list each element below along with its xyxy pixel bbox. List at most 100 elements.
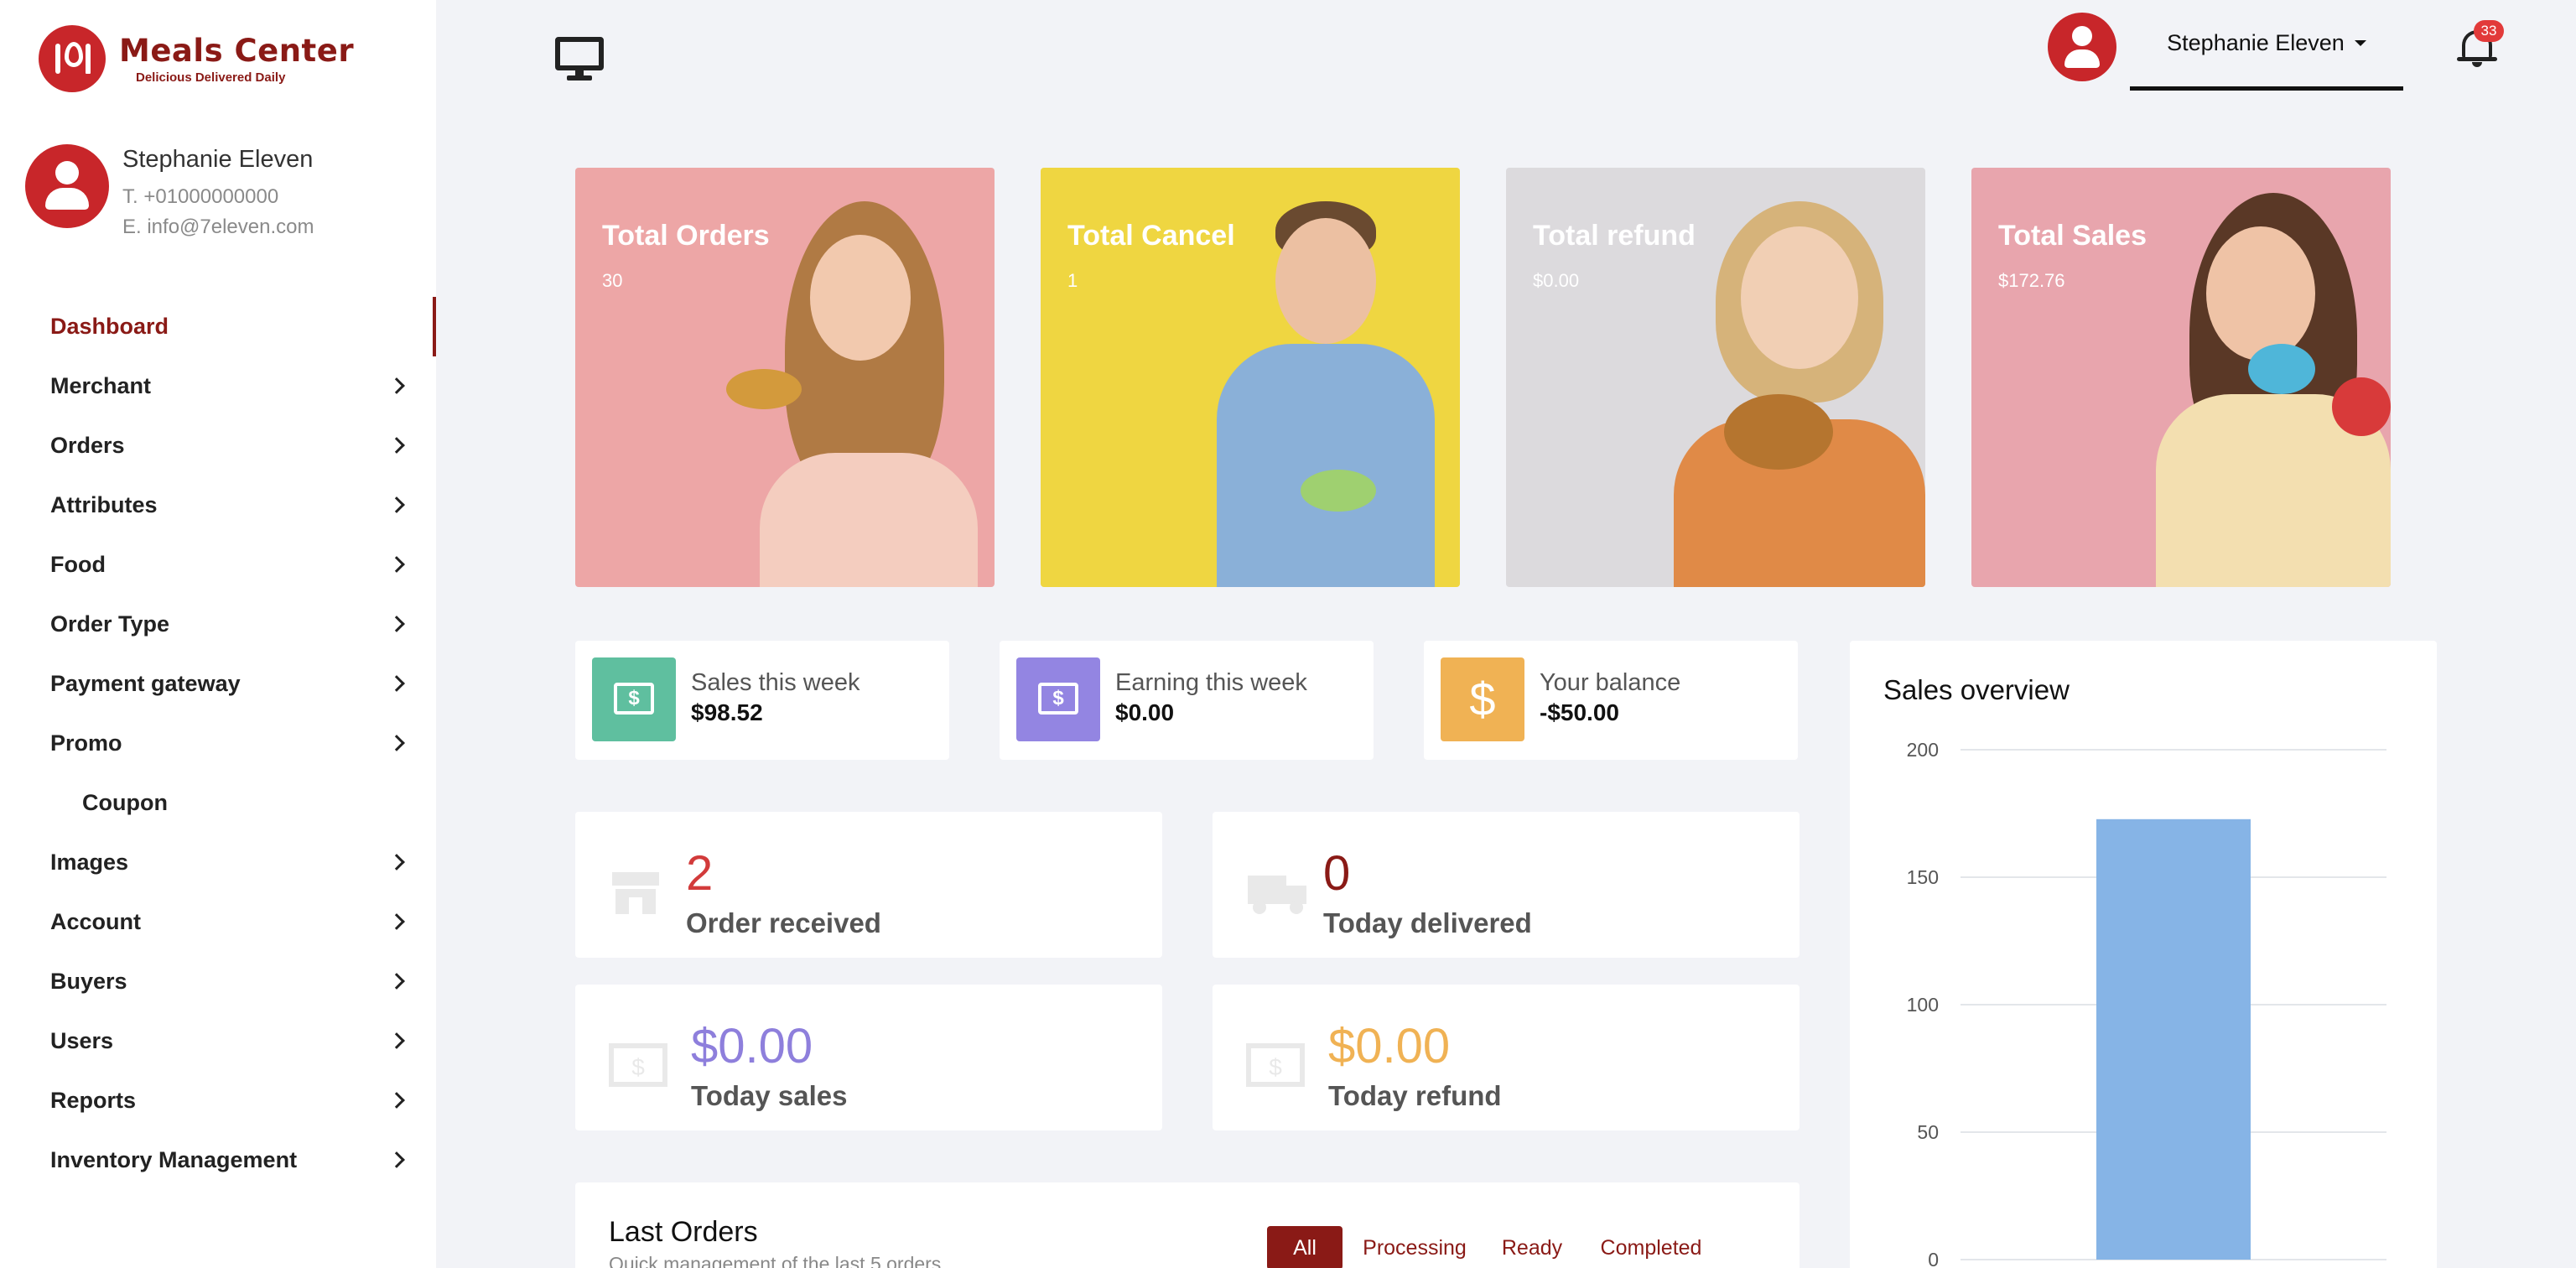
sidebar-item-label: Orders xyxy=(50,433,125,458)
sidebar-item-label: Account xyxy=(50,909,141,934)
sidebar-item-label: Dashboard xyxy=(50,314,169,339)
salad-bowl-image xyxy=(1301,470,1376,512)
sidebar-item-coupon[interactable]: Coupon xyxy=(0,773,436,833)
mini-stat-sales-week: $ Sales this week $98.52 xyxy=(575,641,949,760)
sidebar-item-label: Coupon xyxy=(82,790,168,815)
stat-today-refund: $ $0.00 Today refund xyxy=(1213,985,1800,1130)
sidebar-item-label: Order Type xyxy=(50,611,170,637)
sidebar-item-label: Inventory Management xyxy=(50,1147,298,1172)
chevron-right-icon xyxy=(388,437,405,454)
stat-value: 2 xyxy=(686,846,714,901)
hero-title: Total Orders xyxy=(602,220,770,252)
sidebar-item-label: Users xyxy=(50,1028,114,1053)
sidebar-item-label: Images xyxy=(50,850,129,875)
chevron-right-icon xyxy=(388,1151,405,1168)
stat-value: 0 xyxy=(1323,846,1351,901)
stat-today-sales: $ $0.00 Today sales xyxy=(575,985,1162,1130)
sidebar-item-label: Payment gateway xyxy=(50,671,241,696)
user-profile: Stephanie Eleven T. +01000000000 E. info… xyxy=(25,144,314,239)
stat-label: Today sales xyxy=(691,1080,848,1111)
chart-bar[interactable] xyxy=(2096,818,2251,1260)
stat-order-received: 2 Order received xyxy=(575,812,1162,958)
mini-stat-earning-week: $ Earning this week $0.00 xyxy=(1000,641,1374,760)
sidebar-item-reports[interactable]: Reports xyxy=(0,1071,436,1130)
tab-ready[interactable]: Ready xyxy=(1494,1226,1570,1268)
stat-label: Today refund xyxy=(1328,1080,1502,1111)
sidebar-item-inventory-management[interactable]: Inventory Management xyxy=(0,1130,436,1190)
sidebar-item-promo[interactable]: Promo xyxy=(0,714,436,773)
woman-photo xyxy=(1657,201,1925,587)
store-icon xyxy=(612,872,659,914)
mini-stat-label: Sales this week xyxy=(691,669,860,696)
mini-stat-label: Earning this week xyxy=(1115,669,1307,696)
money-bill-icon: $ xyxy=(1246,1043,1305,1087)
user-dropdown[interactable]: Stephanie Eleven xyxy=(2130,20,2403,91)
tab-all[interactable]: All xyxy=(1267,1226,1343,1268)
sidebar-item-attributes[interactable]: Attributes xyxy=(0,476,436,535)
hero-card-total-orders: Total Orders 30 xyxy=(575,168,995,587)
avatar xyxy=(25,144,109,228)
caret-down-icon xyxy=(2354,40,2366,46)
brand-tagline: Delicious Delivered Daily xyxy=(136,70,286,85)
sidebar-item-label: Promo xyxy=(50,730,122,756)
profile-name: Stephanie Eleven xyxy=(122,146,314,173)
sidebar-item-dashboard[interactable]: Dashboard xyxy=(0,297,436,356)
top-avatar[interactable] xyxy=(2048,13,2116,81)
dollar-icon: $ xyxy=(1441,657,1524,741)
last-orders-panel: Last Orders Quick management of the last… xyxy=(575,1182,1800,1268)
y-tick-label: 0 xyxy=(1928,1249,1939,1268)
hero-value: 30 xyxy=(602,270,623,291)
stat-today-delivered: 0 Today delivered xyxy=(1213,812,1800,958)
tab-processing[interactable]: Processing xyxy=(1360,1226,1469,1268)
sidebar-item-label: Food xyxy=(50,552,106,577)
hero-value: $0.00 xyxy=(1533,270,1580,291)
mini-stat-label: Your balance xyxy=(1540,669,1681,696)
sidebar-item-food[interactable]: Food xyxy=(0,535,436,595)
last-orders-subtitle: Quick management of the last 5 orders xyxy=(609,1253,942,1268)
monitor-icon[interactable] xyxy=(555,37,604,81)
donut-image xyxy=(2332,377,2391,436)
notification-badge: 33 xyxy=(2474,20,2504,42)
sidebar: Meals Center Delicious Delivered Daily S… xyxy=(0,0,436,1268)
sidebar-item-users[interactable]: Users xyxy=(0,1011,436,1071)
truck-icon xyxy=(1248,876,1306,914)
hero-value: $172.76 xyxy=(1998,270,2065,291)
stat-label: Order received xyxy=(686,907,881,938)
chevron-right-icon xyxy=(388,377,405,394)
tab-completed[interactable]: Completed xyxy=(1588,1226,1714,1268)
sidebar-nav: Dashboard Merchant Orders Attributes Foo… xyxy=(0,297,436,1190)
sidebar-item-orders[interactable]: Orders xyxy=(0,416,436,476)
y-tick-label: 200 xyxy=(1907,739,1939,761)
hero-value: 1 xyxy=(1067,270,1078,291)
sidebar-item-order-type[interactable]: Order Type xyxy=(0,595,436,654)
brand-logo[interactable]: Meals Center Delicious Delivered Daily xyxy=(39,25,354,92)
chevron-right-icon xyxy=(388,1092,405,1109)
hero-card-total-refund: Total refund $0.00 xyxy=(1506,168,1925,587)
woman-photo xyxy=(726,201,995,587)
profile-phone: T. +01000000000 xyxy=(122,185,279,208)
sales-overview-chart: 0 50 100 150 200 xyxy=(1907,739,2386,1268)
stat-value: $0.00 xyxy=(691,1019,813,1073)
hero-title: Total Cancel xyxy=(1067,220,1235,252)
chevron-right-icon xyxy=(388,854,405,870)
sidebar-item-images[interactable]: Images xyxy=(0,833,436,892)
hero-title: Total refund xyxy=(1533,220,1696,252)
stat-value: $0.00 xyxy=(1328,1019,1451,1073)
sidebar-item-account[interactable]: Account xyxy=(0,892,436,952)
y-tick-label: 150 xyxy=(1907,866,1939,888)
brand-title: Meals Center xyxy=(119,32,355,69)
sales-overview-card: Sales overview 0 50 100 150 200 xyxy=(1850,641,2437,1268)
money-bill-icon: $ xyxy=(1016,657,1100,741)
chevron-right-icon xyxy=(388,913,405,930)
sidebar-item-merchant[interactable]: Merchant xyxy=(0,356,436,416)
chevron-right-icon xyxy=(388,675,405,692)
y-tick-label: 50 xyxy=(1917,1121,1939,1143)
last-orders-title: Last Orders xyxy=(609,1216,758,1248)
sidebar-item-payment-gateway[interactable]: Payment gateway xyxy=(0,654,436,714)
profile-email: E. info@7eleven.com xyxy=(122,216,314,238)
sidebar-item-buyers[interactable]: Buyers xyxy=(0,952,436,1011)
mini-stat-value: $98.52 xyxy=(691,699,763,725)
stat-label: Today delivered xyxy=(1323,907,1532,938)
sidebar-item-label: Attributes xyxy=(50,492,158,517)
chevron-right-icon xyxy=(388,556,405,573)
